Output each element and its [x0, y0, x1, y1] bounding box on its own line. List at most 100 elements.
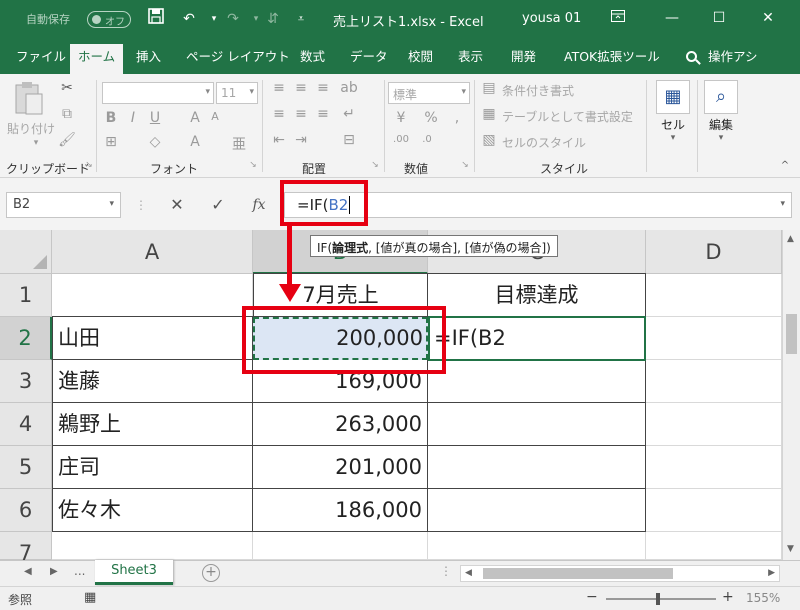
horizontal-scroll-thumb[interactable] — [483, 568, 673, 579]
cell-a6[interactable]: 佐々木 — [52, 489, 253, 532]
cell-a4[interactable]: 鵜野上 — [52, 403, 253, 446]
tab-atok[interactable]: ATOK拡張ツール — [556, 46, 668, 74]
zoom-slider-thumb[interactable] — [656, 593, 660, 605]
wrap-text-icon[interactable]: ↵ — [340, 106, 358, 122]
cell-a5[interactable]: 庄司 — [52, 446, 253, 489]
undo-icon[interactable]: ↶ — [178, 8, 200, 30]
currency-icon[interactable]: ¥ — [392, 110, 410, 126]
sheet-more-button[interactable]: ... — [74, 564, 85, 578]
tab-split-grip-icon[interactable]: ⋮ — [440, 564, 452, 578]
row-header-3[interactable]: 3 — [0, 360, 52, 403]
close-icon[interactable]: ✕ — [756, 6, 780, 30]
zoom-slider[interactable] — [606, 593, 716, 605]
tab-home[interactable]: ホーム — [70, 44, 124, 74]
fill-color-icon[interactable]: ◇ — [146, 134, 164, 150]
decrease-font-icon[interactable]: A — [206, 110, 224, 123]
underline-icon[interactable]: U — [146, 110, 164, 126]
minimize-icon[interactable]: — — [660, 6, 684, 30]
macro-record-icon[interactable]: ▦ — [84, 590, 96, 605]
cell-d7[interactable] — [646, 532, 782, 560]
paste-dropdown-icon[interactable]: ▾ — [27, 138, 45, 148]
tooltip-current-arg[interactable]: 論理式 — [332, 241, 368, 255]
increase-decimal-icon[interactable]: .00 — [392, 134, 410, 145]
cell-d4[interactable] — [646, 403, 782, 446]
bold-icon[interactable]: B — [102, 110, 120, 126]
zoom-out-icon[interactable]: − — [586, 589, 598, 605]
vertical-scroll-thumb[interactable] — [786, 314, 797, 354]
align-right-icon[interactable]: ≡ — [314, 106, 332, 122]
cancel-icon[interactable]: ✕ — [164, 192, 190, 218]
cell-c6[interactable] — [428, 489, 646, 532]
insert-function-icon[interactable]: fx — [246, 192, 272, 218]
row-header-5[interactable]: 5 — [0, 446, 52, 489]
cell-a3[interactable]: 進藤 — [52, 360, 253, 403]
customize-qat-icon[interactable]: ⩡ — [290, 8, 312, 30]
collapse-ribbon-icon[interactable]: ^ — [776, 160, 794, 171]
font-size-combo[interactable]: 11 ▾ — [216, 82, 258, 104]
zoom-level[interactable]: 155% — [746, 591, 780, 605]
conditional-format-button[interactable]: 条件付き書式 — [502, 82, 574, 99]
sheet-tab-sheet3[interactable]: Sheet3 — [95, 560, 173, 585]
enter-icon[interactable]: ✓ — [205, 192, 231, 218]
align-left-icon[interactable]: ≡ — [270, 106, 288, 122]
tooltip-function[interactable]: IF( — [317, 241, 332, 255]
phonetic-icon[interactable]: 亜 — [230, 134, 248, 154]
cell-c3[interactable] — [428, 360, 646, 403]
sheet-next-icon[interactable]: ▶ — [50, 566, 58, 577]
save-icon[interactable] — [145, 8, 167, 30]
decrease-indent-icon[interactable]: ⇤ — [270, 132, 288, 148]
editing-button[interactable]: ⌕ 編集 ▾ — [701, 80, 741, 150]
font-color-icon[interactable]: A — [186, 134, 204, 150]
cell-b3[interactable]: 169,000 — [253, 360, 428, 403]
column-header-d[interactable]: D — [646, 230, 782, 274]
cell-c7[interactable] — [428, 532, 646, 560]
redo-icon[interactable]: ↷ — [222, 8, 244, 30]
tab-file[interactable]: ファイル — [8, 46, 74, 74]
cell-styles-button[interactable]: セルのスタイル — [502, 134, 586, 151]
cell-b7[interactable] — [253, 532, 428, 560]
italic-icon[interactable]: I — [124, 110, 142, 126]
tab-developer[interactable]: 開発 — [503, 46, 544, 74]
increase-font-icon[interactable]: A — [186, 110, 204, 126]
decrease-decimal-icon[interactable]: .0 — [418, 134, 436, 145]
orientation-icon[interactable]: ab — [340, 80, 358, 96]
vertical-scrollbar[interactable]: ▲ ▼ — [782, 230, 800, 560]
format-as-table-button[interactable]: テーブルとして書式設定 — [502, 108, 633, 125]
formula-input[interactable]: =IF(B2 ▾ — [284, 192, 792, 218]
row-header-1[interactable]: 1 — [0, 274, 52, 317]
align-bottom-icon[interactable]: ≡ — [314, 80, 332, 96]
tab-data[interactable]: データ — [342, 46, 396, 74]
tab-insert[interactable]: 挿入 — [128, 46, 169, 74]
copy-icon[interactable]: ⧉ — [58, 106, 76, 122]
cell-d2[interactable] — [646, 317, 782, 360]
cell-c4[interactable] — [428, 403, 646, 446]
sheet-prev-icon[interactable]: ◀ — [24, 566, 32, 577]
align-top-icon[interactable]: ≡ — [270, 80, 288, 96]
comma-icon[interactable]: , — [448, 110, 466, 126]
scroll-down-icon[interactable]: ▼ — [787, 544, 794, 554]
tab-view[interactable]: 表示 — [450, 46, 491, 74]
cell-b6[interactable]: 186,000 — [253, 489, 428, 532]
align-center-icon[interactable]: ≡ — [292, 106, 310, 122]
cell-c2-editing[interactable]: =IF(B2 — [428, 316, 646, 361]
cell-a1[interactable] — [52, 274, 253, 317]
number-launcher-icon[interactable]: ↘ — [456, 160, 474, 170]
maximize-icon[interactable]: ☐ — [707, 6, 731, 30]
cells-button[interactable]: ▦ セル ▾ — [653, 80, 693, 150]
font-name-combo[interactable]: ▾ — [102, 82, 214, 104]
column-header-a[interactable]: A — [52, 230, 253, 274]
alignment-launcher-icon[interactable]: ↘ — [366, 160, 384, 170]
number-format-combo[interactable]: 標準 ▾ — [388, 82, 470, 104]
name-box[interactable]: B2 ▾ — [6, 192, 121, 218]
autosave-toggle[interactable]: オフ — [87, 11, 131, 28]
increase-indent-icon[interactable]: ⇥ — [292, 132, 310, 148]
merge-center-icon[interactable]: ⊟ — [340, 132, 358, 148]
tab-formulas[interactable]: 数式 — [292, 46, 333, 74]
scroll-up-icon[interactable]: ▲ — [787, 234, 794, 244]
cell-d5[interactable] — [646, 446, 782, 489]
cell-b4[interactable]: 263,000 — [253, 403, 428, 446]
tab-page-layout[interactable]: ページ レイアウト — [178, 46, 298, 74]
ribbon-display-icon[interactable] — [606, 6, 630, 30]
expand-formula-bar-icon[interactable]: ▾ — [780, 199, 785, 209]
borders-icon[interactable]: ⊞ — [102, 134, 120, 150]
